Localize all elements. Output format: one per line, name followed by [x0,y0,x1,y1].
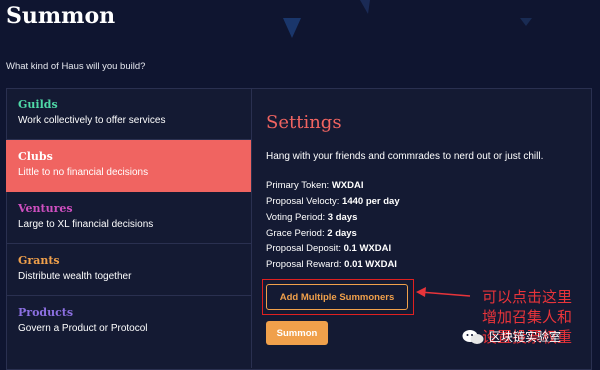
page-question: What kind of Haus will you build? [6,61,146,72]
option-name: Products [18,306,74,319]
option-clubs[interactable]: Clubs Little to no financial decisions [6,140,251,192]
add-multiple-summoners-button[interactable]: Add Multiple Summoners [266,284,408,310]
option-name: Grants [18,254,60,267]
annotation-line-2: 增加召集人和 [482,309,573,326]
option-name: Guilds [18,98,58,111]
settings-description: Hang with your friends and commrades to … [266,151,544,162]
annotation-line-1: 可以点击这里 [482,289,573,306]
option-grants[interactable]: Grants Distribute wealth together [6,244,251,296]
option-desc: Govern a Product or Protocol [18,323,148,334]
option-products[interactable]: Products Govern a Product or Protocol [6,296,251,348]
watermark-text: 区块链实验室 [489,330,562,344]
detail-proposal-deposit: Proposal Deposit: 0.1 WXDAI [266,243,392,254]
detail-voting-period: Voting Period: 3 days [266,212,358,223]
detail-proposal-velocity: Proposal Velocty: 1440 per day [266,196,400,207]
wechat-icon [462,329,484,345]
settings-header: Settings [266,112,586,133]
option-guilds[interactable]: Guilds Work collectively to offer servic… [6,88,251,140]
summon-button[interactable]: Summon [266,321,328,345]
watermark: 区块链实验室 [462,328,561,345]
detail-primary-token: Primary Token: WXDAI [266,180,364,191]
option-desc: Large to XL financial decisions [18,219,154,230]
option-name: Ventures [18,202,73,215]
option-ventures[interactable]: Ventures Large to XL financial decisions [6,192,251,244]
detail-grace-period: Grace Period: 2 days [266,228,357,239]
page-title: Summon [6,3,116,29]
option-desc: Work collectively to offer services [18,115,166,126]
detail-proposal-reward: Proposal Reward: 0.01 WXDAI [266,259,397,270]
settings-title: Settings [266,112,342,133]
option-desc: Distribute wealth together [18,271,132,282]
option-name: Clubs [18,150,53,163]
haus-type-list: Guilds Work collectively to offer servic… [6,88,252,368]
option-desc: Little to no financial decisions [18,167,149,178]
